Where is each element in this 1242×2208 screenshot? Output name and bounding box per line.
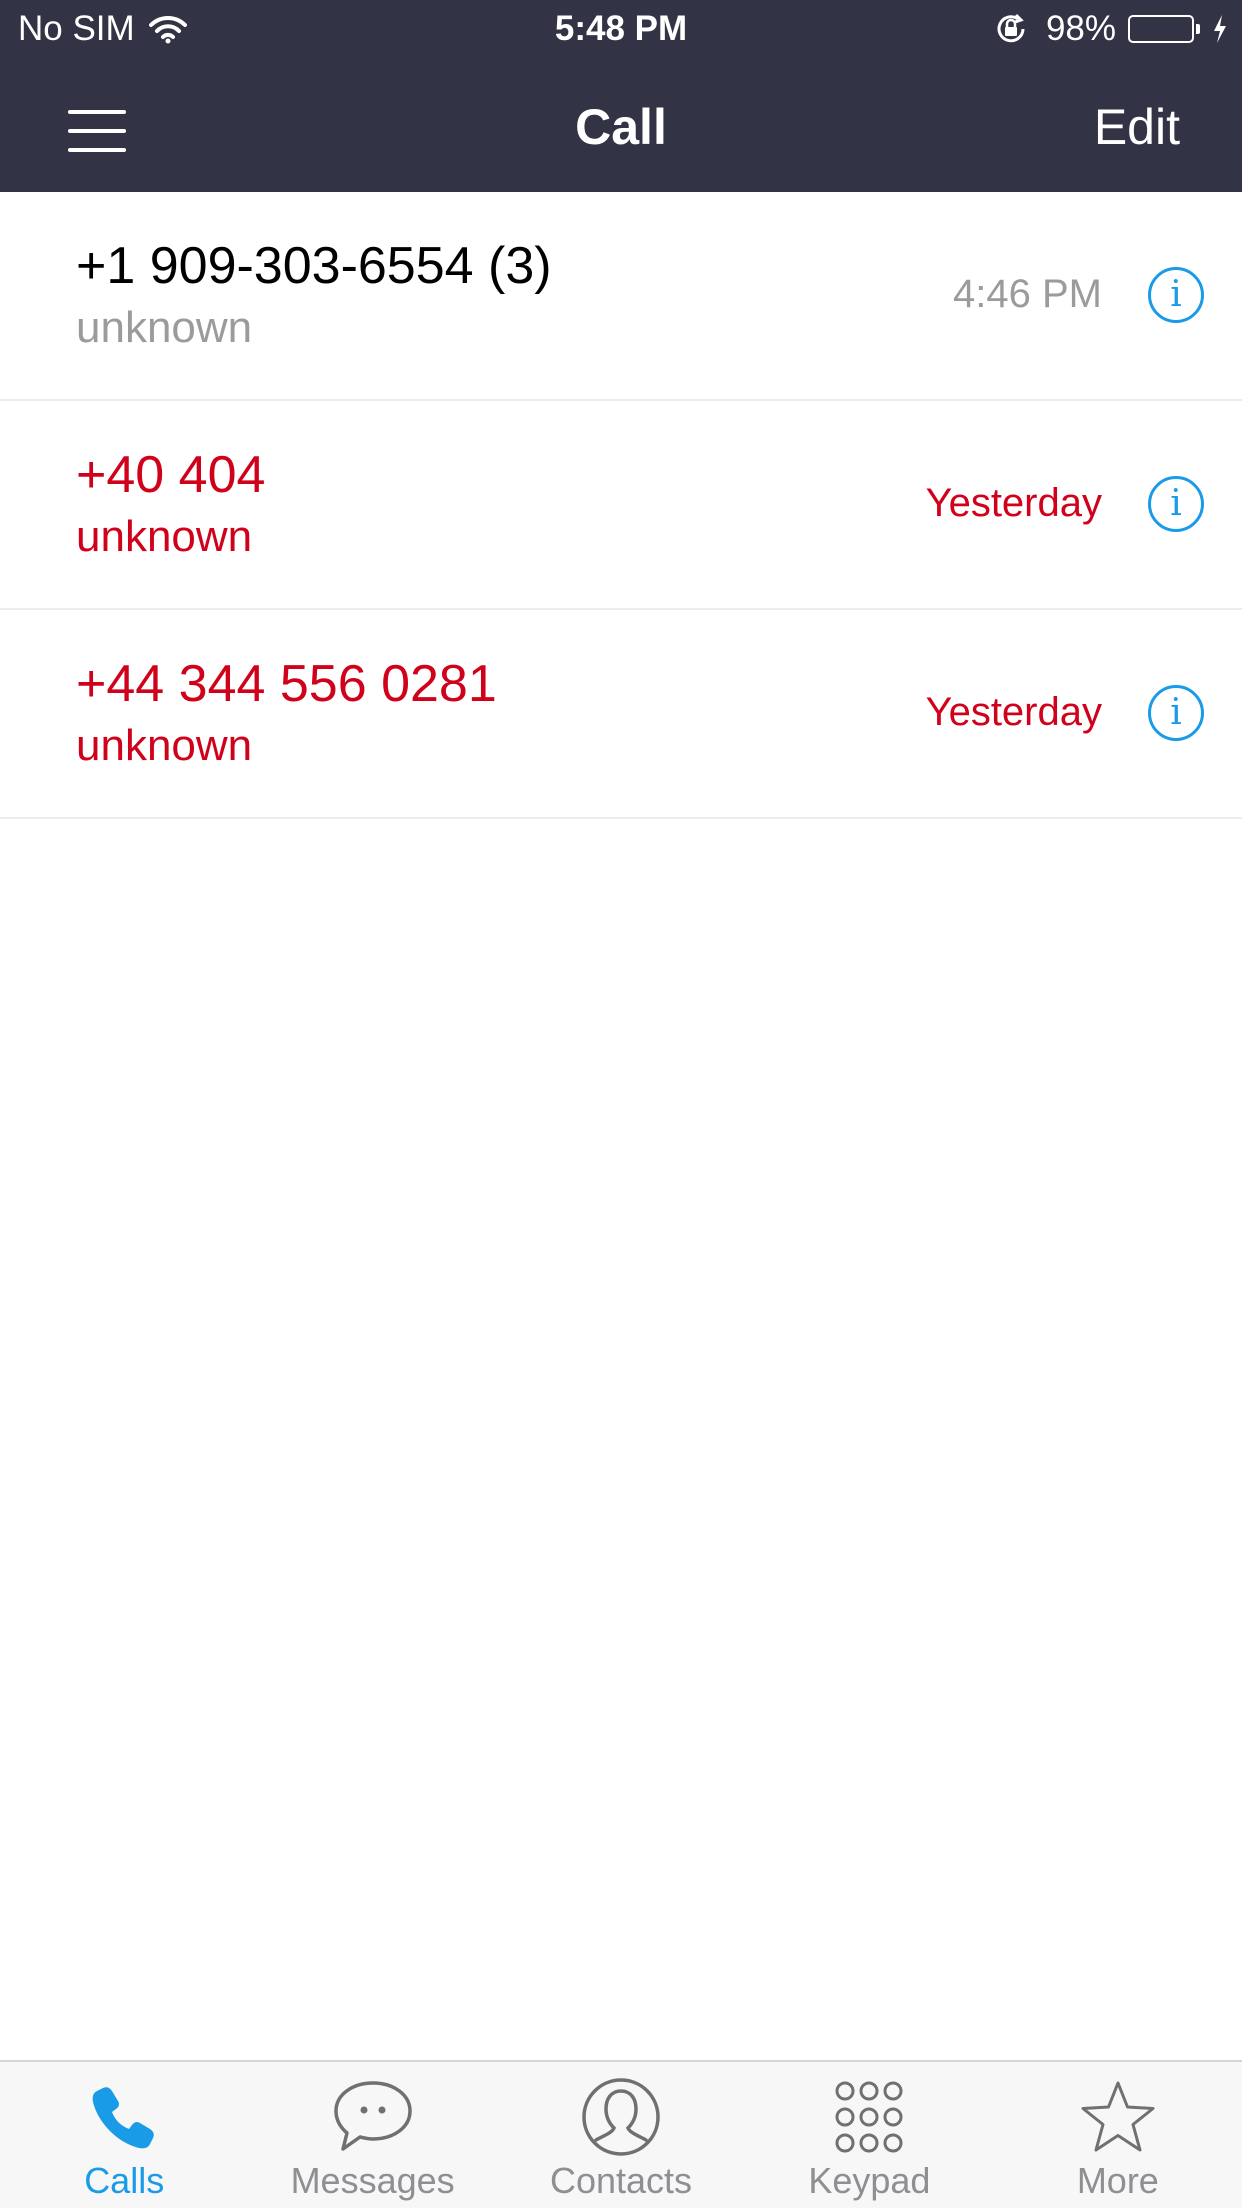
info-icon[interactable]: i <box>1148 267 1204 323</box>
tab-contacts[interactable]: Contacts <box>497 2062 745 2208</box>
call-number: +1 909-303-6554 (3) <box>76 237 552 295</box>
call-row[interactable]: +1 909-303-6554 (3) unknown 4:46 PM i <box>0 192 1242 401</box>
call-label: unknown <box>76 303 253 352</box>
tab-label: Calls <box>84 2160 165 2201</box>
chat-bubble-icon <box>333 2081 412 2151</box>
person-icon <box>582 2078 660 2156</box>
tab-calls[interactable]: Calls <box>0 2062 248 2208</box>
tab-messages[interactable]: Messages <box>248 2062 496 2208</box>
charging-icon <box>1214 15 1226 43</box>
call-row[interactable]: +44 344 556 0281 unknown Yesterday i <box>0 610 1242 819</box>
status-right: 98% <box>994 9 1228 49</box>
keypad-icon <box>835 2081 903 2153</box>
star-icon <box>1081 2081 1155 2152</box>
tab-bar: Calls Messages Contacts Keypad More <box>0 2060 1242 2208</box>
tab-label: More <box>1076 2160 1159 2201</box>
call-number: +40 404 <box>76 446 266 504</box>
status-bar: No SIM 5:48 PM 98% <box>0 0 1242 60</box>
info-icon[interactable]: i <box>1148 685 1204 741</box>
battery-percent: 98% <box>1045 9 1116 48</box>
call-time: Yesterday <box>925 481 1102 525</box>
tab-label: Keypad <box>808 2160 931 2201</box>
edit-button[interactable]: Edit <box>1094 98 1180 156</box>
call-label: unknown <box>76 721 253 770</box>
header: No SIM 5:48 PM 98% Call Edit <box>0 0 1242 192</box>
call-time: 4:46 PM <box>953 272 1102 316</box>
call-list: +1 909-303-6554 (3) unknown 4:46 PM i +4… <box>0 192 1242 819</box>
call-row[interactable]: +40 404 unknown Yesterday i <box>0 401 1242 610</box>
page-title: Call <box>575 99 667 155</box>
rotation-lock-icon <box>997 13 1025 43</box>
call-label: unknown <box>76 512 253 561</box>
call-number: +44 344 556 0281 <box>76 655 497 713</box>
nav-bar: Call Edit <box>0 60 1242 192</box>
call-screen: No SIM 5:48 PM 98% Call Edit +1 909-303-… <box>0 0 1242 2208</box>
tab-label: Messages <box>290 2160 455 2201</box>
call-time: Yesterday <box>925 690 1102 734</box>
phone-icon <box>92 2087 155 2149</box>
info-icon[interactable]: i <box>1148 476 1204 532</box>
battery-icon <box>1128 15 1200 43</box>
tab-label: Contacts <box>549 2160 693 2201</box>
tab-keypad[interactable]: Keypad <box>745 2062 993 2208</box>
tab-more[interactable]: More <box>994 2062 1242 2208</box>
